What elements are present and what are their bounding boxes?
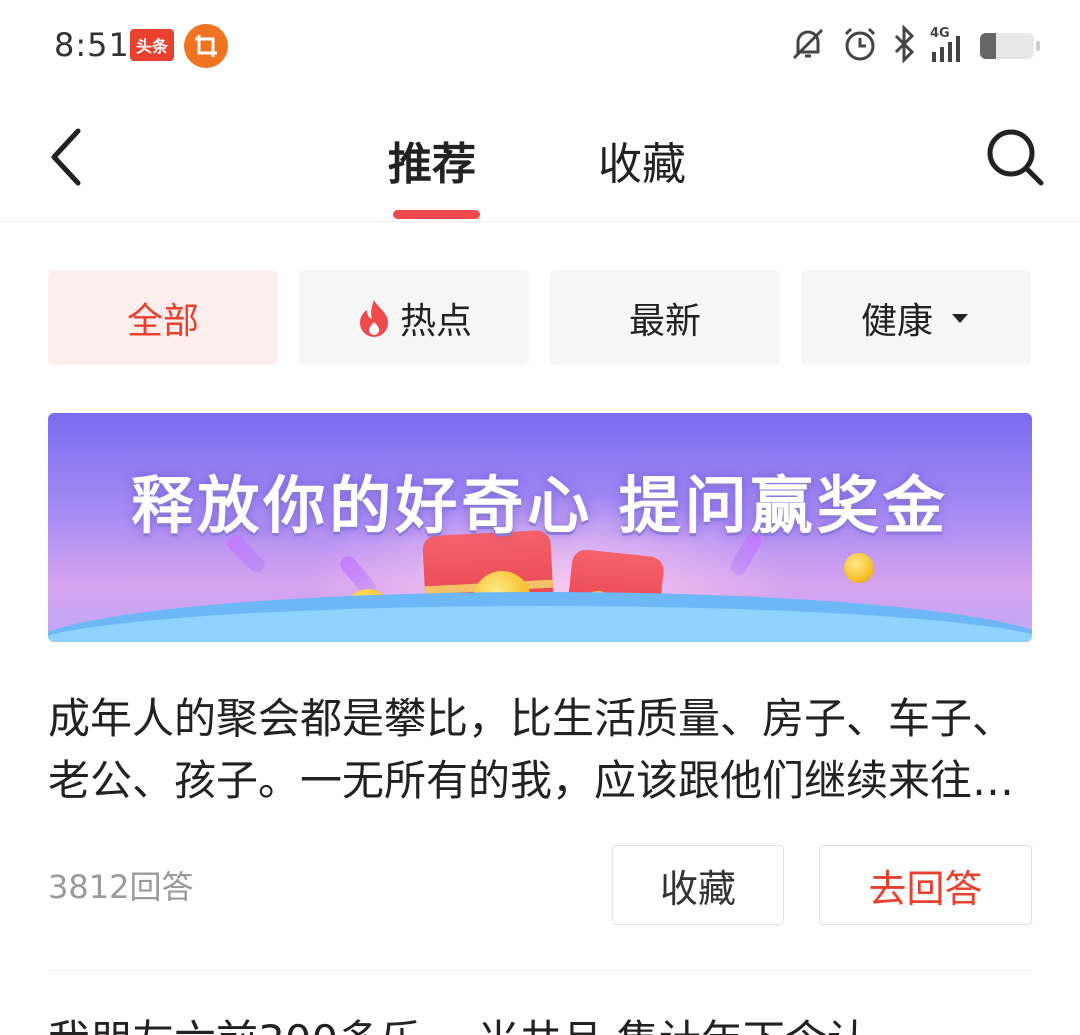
coin-icon — [844, 553, 874, 583]
back-button[interactable] — [36, 122, 96, 192]
filter-label: 最新 — [628, 300, 701, 342]
crop-app-icon — [184, 24, 228, 68]
filter-hot[interactable]: 热点 — [299, 270, 529, 365]
tab-favorites[interactable]: 收藏 — [598, 128, 686, 192]
filter-label: 全部 — [126, 300, 199, 342]
bell-muted-icon — [788, 24, 828, 68]
banner-title: 释放你的好奇心 提问赢奖金 — [131, 469, 949, 542]
status-time: 8:51 — [54, 26, 130, 64]
active-tab-indicator — [393, 210, 480, 219]
chevron-left-icon — [51, 128, 81, 186]
caret-down-icon — [952, 313, 968, 323]
toutiao-app-icon: 头条 — [130, 29, 174, 61]
tab-recommend[interactable]: 推荐 — [388, 128, 476, 192]
status-bar: 8:51 头条 4G — [0, 0, 1080, 92]
filter-label: 热点 — [399, 300, 472, 342]
signal-icon: 4G — [930, 26, 964, 66]
filter-health-dropdown[interactable]: 健康 — [801, 270, 1031, 365]
promo-banner[interactable]: 12 8 释放你的好奇心 提问赢奖金 — [48, 413, 1032, 642]
battery-icon — [980, 33, 1040, 59]
question-title[interactable]: 成年人的聚会都是攀比，比生活质量、房子、车子、老公、孩子。一无所有的我，应该跟他… — [48, 688, 1032, 812]
search-icon — [987, 129, 1044, 186]
question-title[interactable]: 我朋友六前300多乐 一米井且 集计年下令认 — [48, 1010, 1032, 1035]
header: 推荐 收藏 — [0, 92, 1080, 222]
flame-icon — [359, 299, 388, 337]
go-answer-button[interactable]: 去回答 — [819, 845, 1032, 925]
filter-latest[interactable]: 最新 — [550, 270, 780, 365]
filter-all[interactable]: 全部 — [48, 270, 278, 365]
answer-count: 3812回答 — [48, 868, 194, 906]
search-button[interactable] — [980, 122, 1050, 192]
bluetooth-icon — [892, 24, 918, 68]
favorite-button[interactable]: 收藏 — [612, 845, 784, 925]
battery-level — [980, 33, 997, 59]
alarm-icon — [840, 24, 880, 68]
status-icons: 4G — [788, 24, 1040, 68]
filter-label: 健康 — [860, 300, 933, 342]
divider — [48, 970, 1032, 971]
